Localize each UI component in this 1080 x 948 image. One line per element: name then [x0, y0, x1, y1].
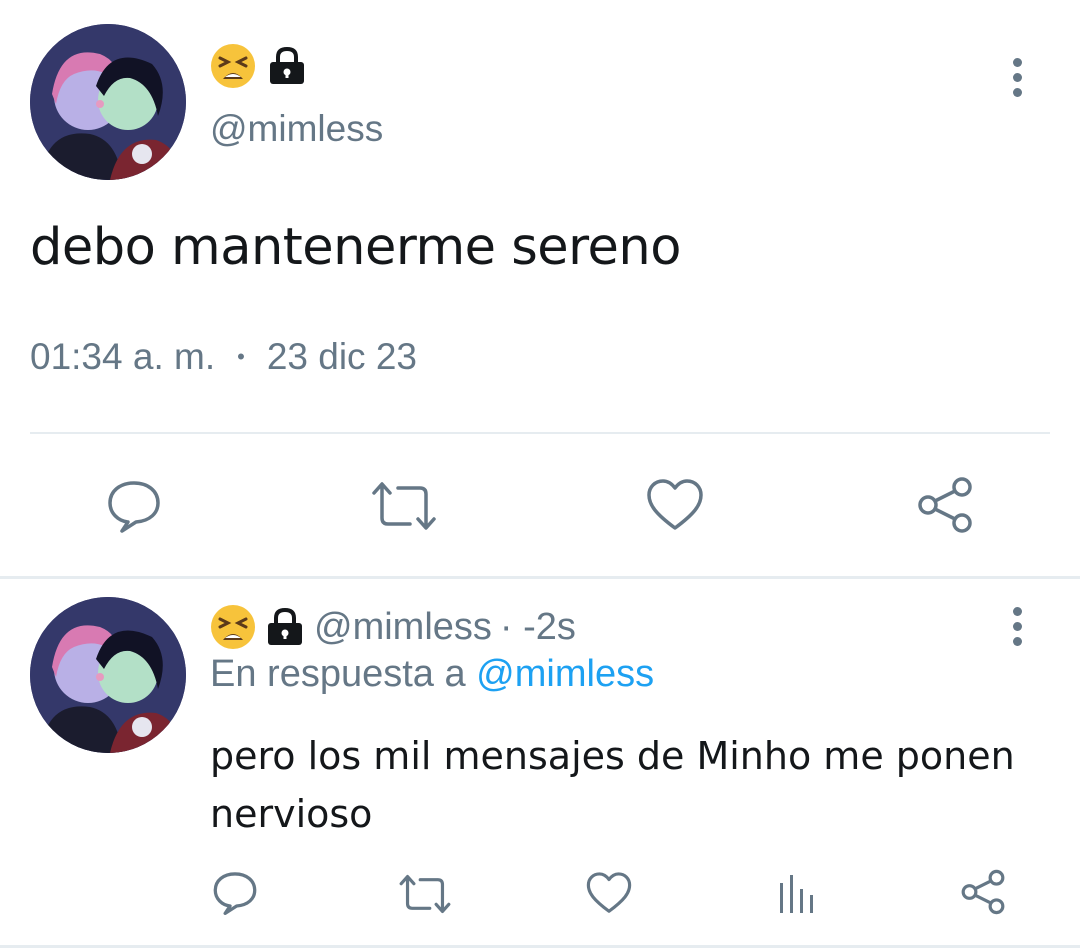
tweet-actions	[0, 470, 1080, 550]
reply-tweet[interactable]: @mimless · -2s En respuesta a @mimless p…	[0, 579, 1080, 948]
more-icon[interactable]	[1005, 607, 1029, 646]
like-icon[interactable]	[646, 478, 704, 532]
avatar[interactable]	[30, 24, 186, 180]
tired-face-emoji	[211, 44, 255, 88]
author-name-row	[210, 42, 308, 90]
tweet-timestamp: 01:34 a. m. • 23 dic 23	[30, 336, 417, 378]
author-handle[interactable]: @mimless	[210, 108, 383, 150]
author-handle[interactable]: @mimless	[314, 606, 492, 649]
tweet-text: pero los mil mensajes de Minho me ponen …	[210, 734, 1015, 836]
reply-icon[interactable]	[212, 869, 258, 915]
tired-face-emoji	[211, 605, 255, 649]
in-reply-to: En respuesta a @mimless	[210, 653, 654, 696]
retweet-icon[interactable]	[398, 873, 452, 915]
tweet-text: debo mantenerme sereno	[30, 218, 681, 277]
retweet-icon[interactable]	[370, 480, 438, 532]
avatar[interactable]	[30, 597, 186, 753]
share-icon[interactable]	[960, 869, 1006, 915]
tweet-time: 01:34 a. m.	[30, 336, 216, 377]
lock-icon	[268, 607, 302, 645]
mention-link[interactable]: @mimless	[476, 653, 654, 695]
tweet-date: 23 dic 23	[266, 336, 417, 377]
main-tweet: @mimless debo mantenerme sereno 01:34 a.…	[0, 0, 1080, 578]
meta-separator: •	[237, 344, 245, 369]
like-icon[interactable]	[586, 871, 632, 915]
divider	[30, 432, 1050, 434]
tweet-actions	[0, 869, 1080, 929]
lock-icon	[270, 46, 304, 84]
reply-header: @mimless · -2s	[210, 603, 576, 651]
more-icon[interactable]	[1005, 58, 1029, 97]
analytics-icon[interactable]	[778, 873, 816, 915]
tweet-age: · -2s	[499, 605, 576, 648]
reply-icon[interactable]	[106, 477, 162, 533]
share-icon[interactable]	[916, 476, 974, 534]
in-reply-prefix: En respuesta a	[210, 653, 466, 695]
